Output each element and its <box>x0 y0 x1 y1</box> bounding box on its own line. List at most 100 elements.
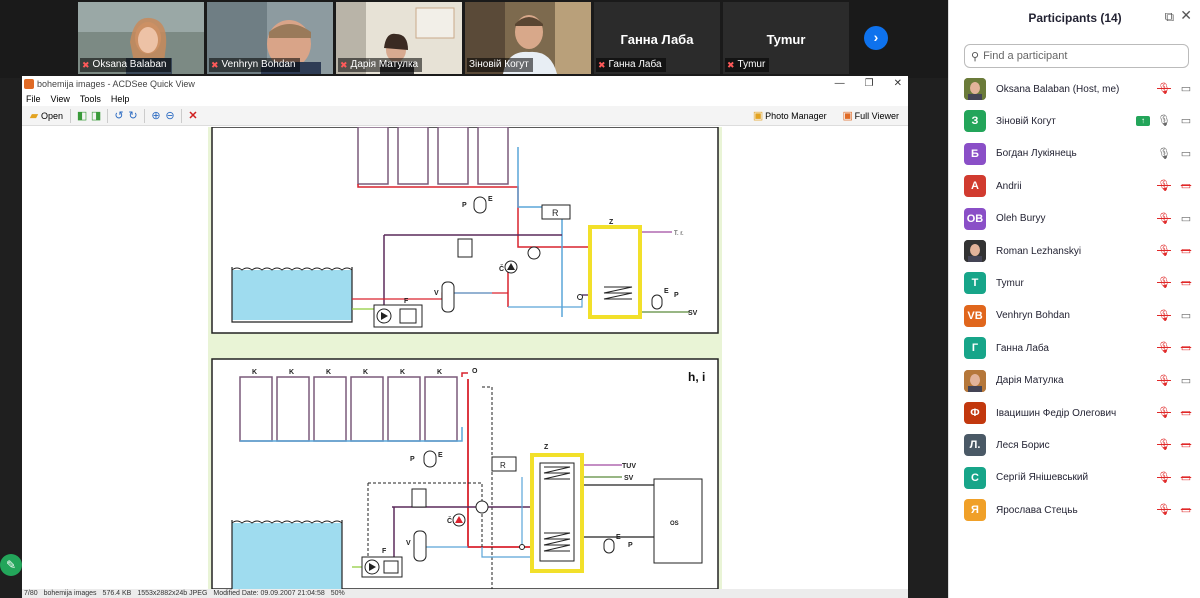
avatar: Л. <box>964 434 986 457</box>
chevron-right-icon[interactable]: › <box>864 26 888 50</box>
next-image-icon[interactable]: ◨ <box>89 109 103 123</box>
video-tile[interactable]: Ганна Лаба ✖ Ганна Лаба <box>594 2 720 74</box>
popout-icon[interactable]: ⧉ <box>1165 9 1174 25</box>
status-dimensions: 1553x2882x24b JPEG <box>137 590 208 597</box>
mic-muted-icon[interactable]: 🎙 <box>1156 308 1172 324</box>
menu-tools[interactable]: Tools <box>80 94 101 104</box>
video-tile-active-speaker[interactable]: Зіновій Когут <box>465 2 591 74</box>
rotate-left-icon[interactable]: ↺ <box>112 109 126 123</box>
status-folder: bohemija images <box>43 590 97 597</box>
participant-row[interactable]: T Tymur 🎙 ▭ <box>964 270 1194 296</box>
diagram-label: E <box>616 534 621 541</box>
mic-muted-icon[interactable]: 🎙 <box>1156 502 1172 518</box>
camera-off-icon[interactable]: ▭ <box>1178 405 1194 421</box>
camera-off-icon[interactable]: ▭ <box>1178 243 1194 259</box>
diagram-label: Z <box>544 444 549 451</box>
menu-file[interactable]: File <box>26 94 41 104</box>
camera-off-icon[interactable]: ▭ <box>1178 470 1194 486</box>
diagram-label: E <box>664 288 669 295</box>
mic-muted-icon[interactable]: 🎙 <box>1156 178 1172 194</box>
close-icon[interactable]: ✕ <box>894 78 902 89</box>
participant-name: Дарія Матулка <box>996 375 1064 387</box>
participant-status-icons: 🎙 ▭ <box>1156 308 1194 324</box>
camera-icon[interactable]: ▭ <box>1178 146 1194 162</box>
mic-muted-icon[interactable]: 🎙 <box>1156 437 1172 453</box>
camera-off-icon[interactable]: ▭ <box>1178 178 1194 194</box>
participant-name: Зіновій Когут <box>469 59 529 70</box>
camera-off-icon[interactable]: ▭ <box>1178 437 1194 453</box>
delete-icon[interactable]: ✕ <box>186 109 200 123</box>
participant-row[interactable]: Дарія Матулка 🎙 ▭ <box>964 368 1194 394</box>
mic-muted-icon[interactable]: 🎙 <box>1156 211 1172 227</box>
participant-row[interactable]: Я Ярослава Стецьь 🎙 ▭ <box>964 497 1194 523</box>
participant-status-icons: 🎙 ▭ <box>1156 81 1194 97</box>
video-tile[interactable]: ✖ Venhryn Bohdan <box>207 2 333 74</box>
participant-row[interactable]: VB Venhryn Bohdan 🎙 ▭ <box>964 303 1194 329</box>
camera-icon[interactable]: ▭ <box>1178 308 1194 324</box>
participant-name: Івацишин Федір Олегович <box>996 407 1117 419</box>
participant-status-icons: ↑ 🎙 ▭ <box>1136 113 1194 129</box>
mic-muted-icon[interactable]: 🎙 <box>1156 340 1172 356</box>
participant-row[interactable]: З Зіновій Когут ↑ 🎙 ▭ <box>964 108 1194 134</box>
participant-search-input[interactable] <box>983 50 1174 62</box>
close-icon[interactable]: ✕ <box>1180 7 1192 24</box>
participant-row[interactable]: Б Богдан Лукіянець 🎙 ▭ <box>964 141 1194 167</box>
mic-muted-icon: ✖ <box>82 60 90 70</box>
menu-view[interactable]: View <box>51 94 70 104</box>
camera-icon[interactable]: ▭ <box>1178 113 1194 129</box>
mic-icon[interactable]: 🎙 <box>1156 113 1172 129</box>
status-modified-date: Modified Date: 09.09.2007 21:04:58 <box>213 590 325 597</box>
toolbar: ▰ Open ◧ ◨ ↺ ↻ ⊕ ⊖ ✕ ▣ Photo Manager ▣ F… <box>22 106 908 126</box>
participant-row[interactable]: Roman Lezhanskyi 🎙 ▭ <box>964 238 1194 264</box>
mic-muted-icon[interactable]: 🎙 <box>1156 405 1172 421</box>
image-viewer-canvas[interactable]: R P E Č V F Z T. r. SV P E h, i K K K K … <box>22 127 908 589</box>
mic-icon[interactable]: 🎙 <box>1156 146 1172 162</box>
mic-muted-icon[interactable]: 🎙 <box>1156 81 1172 97</box>
full-viewer-button[interactable]: ▣ Full Viewer <box>838 107 902 125</box>
camera-off-icon[interactable]: ▭ <box>1178 275 1194 291</box>
restore-icon[interactable]: ❐ <box>865 78 874 89</box>
collector-label: K <box>400 369 405 376</box>
participant-name: Зіновій Когут <box>996 115 1056 127</box>
photo-manager-button[interactable]: ▣ Photo Manager <box>748 107 830 125</box>
participant-row[interactable]: A Andrii 🎙 ▭ <box>964 173 1194 199</box>
diagram-label: Č <box>499 264 504 273</box>
menu-help[interactable]: Help <box>111 94 130 104</box>
zoom-out-icon[interactable]: ⊖ <box>163 109 177 123</box>
participant-big-name: Ганна Лаба <box>620 32 694 47</box>
participant-name-label: ✖ Tymur <box>725 58 770 72</box>
avatar: OB <box>964 207 986 230</box>
annotate-pen-icon[interactable]: ✎ <box>0 554 22 576</box>
participant-status-icons: 🎙 ▭ <box>1156 405 1194 421</box>
minimize-icon[interactable]: — <box>835 78 845 89</box>
previous-image-icon[interactable]: ◧ <box>75 109 89 123</box>
camera-icon[interactable]: ▭ <box>1178 81 1194 97</box>
participant-row[interactable]: Л. Леся Борис 🎙 ▭ <box>964 432 1194 458</box>
mic-muted-icon[interactable]: 🎙 <box>1156 373 1172 389</box>
camera-off-icon[interactable]: ▭ <box>1178 502 1194 518</box>
open-button[interactable]: ▰ Open <box>24 107 66 125</box>
collector-label: K <box>252 369 257 376</box>
mic-muted-icon[interactable]: 🎙 <box>1156 275 1172 291</box>
participant-row[interactable]: OB Oleh Buryy 🎙 ▭ <box>964 206 1194 232</box>
participant-row[interactable]: Oksana Balaban (Host, me) 🎙 ▭ <box>964 76 1194 102</box>
rotate-right-icon[interactable]: ↻ <box>126 109 140 123</box>
participant-name: Сергій Янішевський <box>996 472 1089 484</box>
participant-name: Tymur <box>996 277 1024 289</box>
participant-row[interactable]: Ф Івацишин Федір Олегович 🎙 ▭ <box>964 400 1194 426</box>
video-tile[interactable]: ✖ Oksana Balaban <box>78 2 204 74</box>
participant-row[interactable]: Г Ганна Лаба 🎙 ▭ <box>964 335 1194 361</box>
mic-muted-icon[interactable]: 🎙 <box>1156 243 1172 259</box>
mic-muted-icon[interactable]: 🎙 <box>1156 470 1172 486</box>
diagram-label: O <box>472 368 478 375</box>
video-tile[interactable]: ✖ Дарія Матулка <box>336 2 462 74</box>
diagram-label: P <box>462 202 467 209</box>
participant-row[interactable]: С Сергій Янішевський 🎙 ▭ <box>964 465 1194 491</box>
video-tile[interactable]: Tymur ✖ Tymur <box>723 2 849 74</box>
toolbar-divider <box>107 108 109 123</box>
avatar <box>964 78 986 100</box>
zoom-in-icon[interactable]: ⊕ <box>149 109 163 123</box>
camera-icon[interactable]: ▭ <box>1178 211 1194 227</box>
camera-icon[interactable]: ▭ <box>1178 373 1194 389</box>
camera-off-icon[interactable]: ▭ <box>1178 340 1194 356</box>
